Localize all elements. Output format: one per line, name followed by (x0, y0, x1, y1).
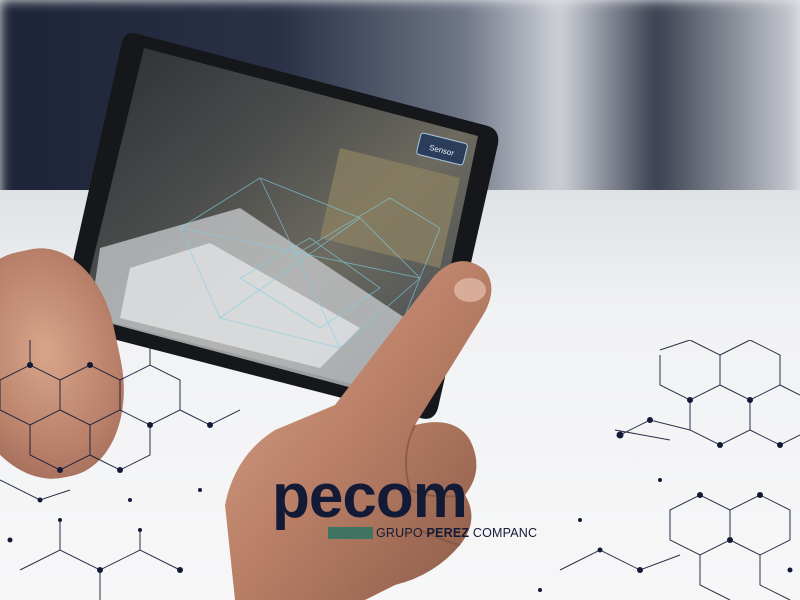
subtitle-bold: PEREZ (426, 526, 470, 540)
logo-accent-bar (328, 527, 373, 539)
brand-wordmark: pecom (272, 462, 468, 531)
pecom-logo: pecom GRUPO PEREZ COMPANC (272, 462, 537, 546)
network-pattern-right (538, 340, 800, 600)
right-hand (225, 261, 492, 600)
network-pattern-left (0, 340, 240, 600)
photo-scene: Sensor pecom GRUPO PEREZ COMPANC (0, 0, 800, 600)
subtitle-prefix: GRUPO (376, 526, 427, 540)
brand-subtitle: GRUPO PEREZ COMPANC (376, 526, 537, 540)
subtitle-suffix: COMPANC (469, 526, 538, 540)
